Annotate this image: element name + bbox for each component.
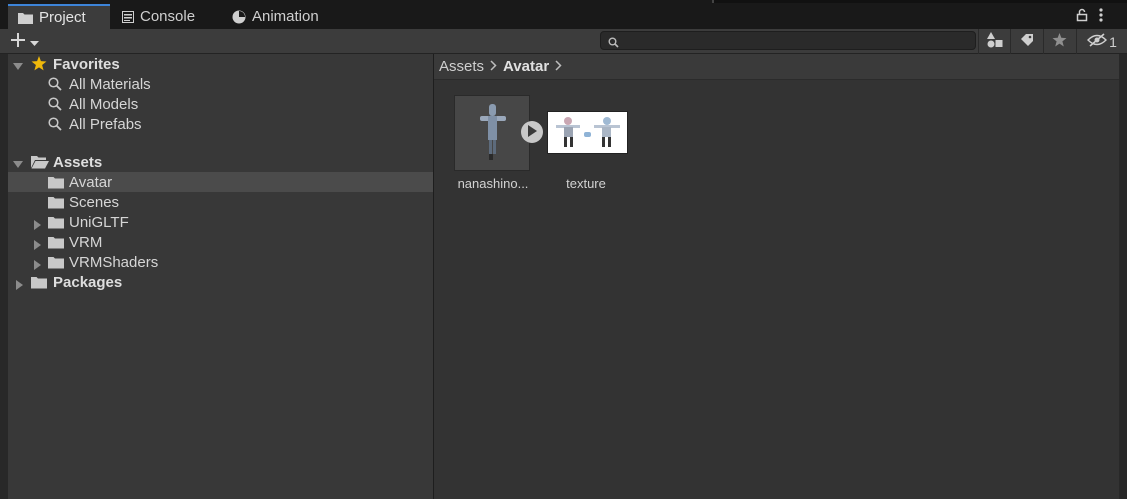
search-icon: [48, 77, 62, 95]
tree-item-label: Favorites: [53, 55, 120, 73]
tree-item-scenes[interactable]: Scenes: [8, 192, 433, 212]
search-icon: [48, 117, 62, 135]
tag-icon: [1020, 33, 1034, 50]
eye-slash-icon: [1087, 33, 1108, 50]
tab-label: Project: [39, 9, 86, 26]
play-icon: [527, 124, 537, 140]
tab-label: Animation: [252, 8, 319, 25]
tab-project[interactable]: Project: [8, 4, 110, 29]
save-search-button[interactable]: [1043, 29, 1075, 54]
tree-item-label: Assets: [53, 153, 103, 171]
folder-icon: [48, 256, 64, 273]
more-options-icon[interactable]: [1098, 7, 1104, 26]
tree-item-label: Scenes: [69, 193, 120, 211]
hidden-count: 1: [1109, 33, 1117, 50]
tree-item-label: VRMShaders: [69, 253, 159, 271]
tree-item-label: All Models: [69, 95, 139, 113]
texture-image-icon: [548, 112, 627, 156]
tree-item-assets[interactable]: Assets: [8, 152, 433, 172]
asset-label: texture: [566, 176, 606, 191]
star-icon: [31, 56, 47, 75]
tree-item-label: Avatar: [69, 173, 113, 191]
chevron-right-icon: [490, 58, 497, 75]
console-icon: [122, 10, 134, 23]
folder-icon: [48, 216, 64, 233]
animation-icon: [232, 10, 246, 24]
tab-label: Console: [140, 8, 196, 25]
window-edge: [712, 0, 1127, 3]
search-icon: [48, 97, 62, 115]
left-edge: [0, 54, 8, 499]
tree-item-avatar[interactable]: Avatar: [8, 172, 433, 192]
search-input[interactable]: [623, 33, 963, 48]
tree-item-all-prefabs[interactable]: All Prefabs: [8, 114, 433, 134]
search-by-type-button[interactable]: [978, 29, 1010, 54]
tree-item-label: Packages: [53, 273, 123, 291]
folder-icon: [18, 12, 33, 24]
search-field[interactable]: [600, 31, 976, 50]
project-toolbar: 1: [0, 29, 1127, 54]
asset-model-thumbnail[interactable]: [454, 95, 530, 171]
collapsed-arrow-icon[interactable]: [33, 237, 43, 250]
search-icon: [608, 35, 619, 51]
expand-arrow-icon[interactable]: [13, 59, 23, 70]
open-folder-icon: [31, 155, 49, 173]
create-dropdown-button[interactable]: [10, 31, 50, 52]
tree-item-packages[interactable]: Packages: [8, 272, 433, 292]
folder-icon: [48, 236, 64, 253]
tree-item-vrmshaders[interactable]: VRMShaders: [8, 252, 433, 272]
tab-animation[interactable]: Animation: [222, 4, 352, 29]
star-icon: [1052, 33, 1067, 50]
lock-icon[interactable]: [1076, 8, 1088, 25]
folder-icon: [31, 276, 47, 293]
chevron-right-icon[interactable]: [555, 58, 562, 75]
folder-icon: [48, 176, 64, 193]
tab-bar: Project Console Animation: [0, 0, 1127, 29]
tree-item-favorites[interactable]: Favorites: [8, 54, 433, 74]
tree-item-all-models[interactable]: All Models: [8, 94, 433, 114]
collapsed-arrow-icon[interactable]: [33, 217, 43, 230]
expand-arrow-icon[interactable]: [13, 157, 23, 168]
search-by-label-button[interactable]: [1010, 29, 1042, 54]
breadcrumb-item-assets[interactable]: Assets: [439, 58, 484, 75]
tree-item-vrm[interactable]: VRM: [8, 232, 433, 252]
tab-console[interactable]: Console: [112, 4, 224, 29]
right-edge: [1119, 54, 1127, 499]
asset-browser: Assets Avatar nanashino... texture: [434, 54, 1127, 499]
breadcrumb: Assets Avatar: [434, 54, 1119, 80]
breadcrumb-item-avatar[interactable]: Avatar: [503, 58, 549, 75]
hidden-packages-toggle[interactable]: 1: [1076, 29, 1127, 54]
tree-item-label: All Prefabs: [69, 115, 142, 133]
avatar-model-icon: [455, 104, 531, 175]
expand-asset-button[interactable]: [521, 121, 543, 143]
tree-item-label: All Materials: [69, 75, 151, 93]
plus-icon: [10, 32, 26, 51]
tree-item-label: VRM: [69, 233, 103, 251]
tree-item-all-materials[interactable]: All Materials: [8, 74, 433, 94]
tree-item-label: UniGLTF: [69, 213, 129, 231]
shapes-icon: [986, 32, 1003, 51]
folder-icon: [48, 196, 64, 213]
tree-item-unigltf[interactable]: UniGLTF: [8, 212, 433, 232]
asset-label: nanashino...: [457, 176, 529, 191]
asset-texture-thumbnail[interactable]: [547, 111, 628, 154]
chevron-down-icon: [30, 34, 39, 50]
collapsed-arrow-icon[interactable]: [33, 257, 43, 270]
folder-tree: Favorites All Materials All Models All P…: [8, 54, 433, 499]
collapsed-arrow-icon[interactable]: [15, 277, 25, 290]
